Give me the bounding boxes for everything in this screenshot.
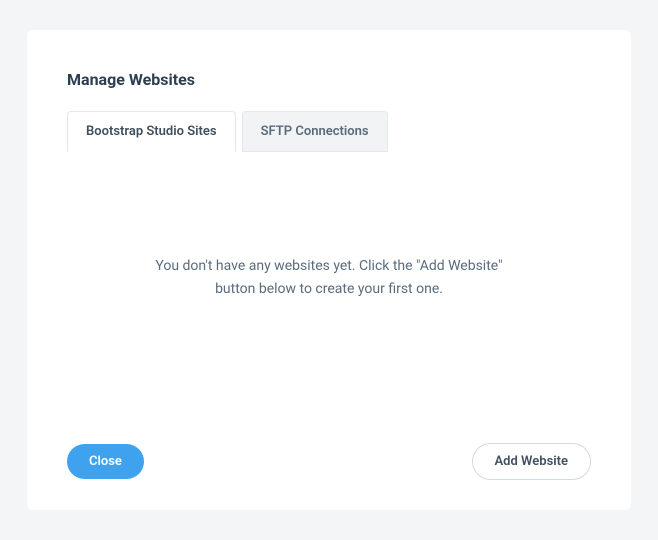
close-button[interactable]: Close (67, 444, 144, 479)
empty-state-message: You don't have any websites yet. Click t… (149, 255, 509, 300)
modal-title: Manage Websites (67, 70, 591, 89)
add-website-button[interactable]: Add Website (472, 443, 592, 480)
content-area: You don't have any websites yet. Click t… (67, 152, 591, 443)
tab-bootstrap-studio-sites[interactable]: Bootstrap Studio Sites (67, 111, 236, 152)
tab-sftp-connections[interactable]: SFTP Connections (242, 111, 388, 152)
manage-websites-modal: Manage Websites Bootstrap Studio Sites S… (27, 30, 631, 510)
tabs-container: Bootstrap Studio Sites SFTP Connections (67, 111, 591, 152)
modal-footer: Close Add Website (67, 443, 591, 480)
